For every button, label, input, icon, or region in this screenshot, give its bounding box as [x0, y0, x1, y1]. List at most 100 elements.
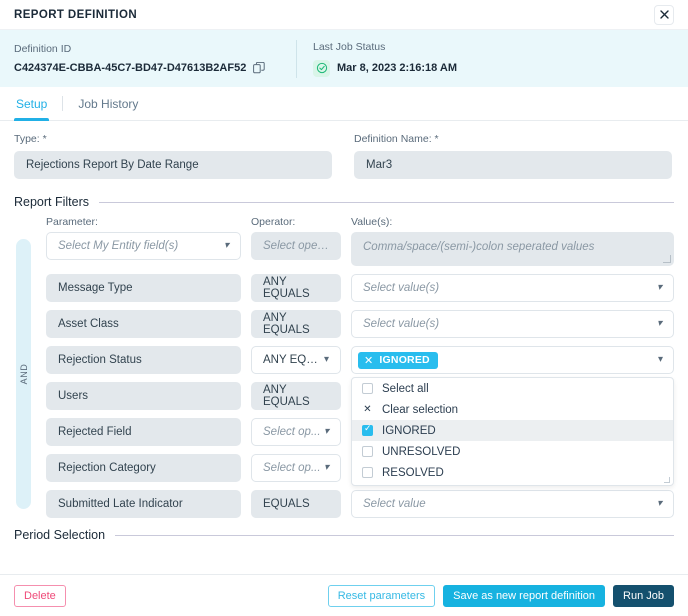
dropdown-option-resolved[interactable]: RESOLVED	[352, 462, 673, 483]
dropdown-clear-selection-label: Clear selection	[382, 403, 459, 416]
value-cell: Select value(s) ▾	[351, 310, 674, 338]
tab-setup[interactable]: Setup	[14, 87, 50, 121]
last-job-status-value: Mar 8, 2023 2:16:18 AM	[337, 62, 458, 74]
definition-id-value-row: C424374E-CBBA-45C7-BD47-D47613B2AF52	[14, 61, 296, 74]
dropdown-clear-selection[interactable]: ✕ Clear selection	[352, 399, 673, 420]
value-placeholder: Select value	[363, 498, 426, 510]
parameter-value: Rejection Status	[46, 346, 241, 374]
last-job-status-value-row: Mar 8, 2023 2:16:18 AM	[313, 59, 458, 77]
operator-cell: Select op... ▾	[251, 418, 341, 446]
filter-row-rejection-status: Rejection Status ANY EQU... ▾ ✕ IGNORED …	[46, 346, 674, 486]
delete-button[interactable]: Delete	[14, 584, 66, 607]
close-icon[interactable]	[654, 4, 674, 25]
value-select[interactable]: Select value(s) ▾	[351, 274, 674, 302]
chevron-down-icon: ▾	[656, 318, 662, 329]
parameter-cell: Rejected Field	[46, 418, 241, 446]
new-parameter-cell: Select My Entity field(s) ▾	[46, 232, 241, 260]
section-divider-line	[115, 534, 674, 536]
selected-tag-label: IGNORED	[379, 354, 430, 366]
dialog-titlebar: REPORT DEFINITION	[0, 0, 688, 30]
period-selection-section-header: Period Selection	[0, 528, 688, 542]
parameter-cell: Message Type	[46, 274, 241, 302]
chevron-down-icon: ▾	[323, 354, 329, 365]
value-select[interactable]: Select value ▾	[351, 490, 674, 518]
definition-id-block: Definition ID C424374E-CBBA-45C7-BD47-D4…	[14, 30, 296, 87]
section-divider-line	[99, 201, 674, 203]
last-job-status-label: Last Job Status	[313, 40, 386, 53]
parameter-cell: Rejection Status	[46, 346, 241, 374]
operator-value: ANY EQUALS	[251, 310, 341, 338]
run-job-button[interactable]: Run Job	[613, 584, 674, 607]
operator-value: ANY EQUALS	[251, 382, 341, 410]
period-selection-title: Period Selection	[14, 528, 106, 542]
filter-column-headers: Parameter: Operator: Value(s):	[46, 216, 674, 228]
operator-cell: ANY EQUALS	[251, 310, 341, 338]
page-title: REPORT DEFINITION	[14, 8, 138, 21]
operator-cell: EQUALS	[251, 490, 341, 518]
filter-row-new: Select My Entity field(s) ▾ Select oper.…	[46, 232, 674, 266]
selected-tag[interactable]: ✕ IGNORED	[358, 351, 438, 369]
operator-placeholder: Select op...	[263, 426, 321, 438]
filter-row: Message Type ANY EQUALS Select value(s) …	[46, 274, 674, 302]
operator-select[interactable]: Select op... ▾	[251, 418, 341, 446]
new-parameter-select[interactable]: Select My Entity field(s) ▾	[46, 232, 241, 260]
operator-value: EQUALS	[251, 490, 341, 518]
dropdown-option-label: IGNORED	[382, 424, 436, 437]
info-divider	[296, 39, 297, 78]
checkbox-checked-icon[interactable]	[362, 423, 373, 436]
tab-divider	[62, 96, 64, 111]
operator-value: ANY EQUALS	[251, 274, 341, 302]
filter-row: Asset Class ANY EQUALS Select value(s) ▾	[46, 310, 674, 338]
save-as-new-report-definition-button[interactable]: Save as new report definition	[443, 584, 606, 607]
report-definition-dialog: REPORT DEFINITION Definition ID C424374E…	[0, 0, 688, 616]
operator-select[interactable]: Select op... ▾	[251, 454, 341, 482]
type-field-group: Type: * Rejections Report By Date Range	[14, 133, 332, 179]
operator-cell: Select op... ▾	[251, 454, 341, 482]
new-value-cell: Comma/space/(semi-)colon seperated value…	[351, 232, 674, 266]
dialog-footer: Delete Reset parameters Save as new repo…	[0, 574, 688, 616]
dropdown-option-label: UNRESOLVED	[382, 445, 461, 458]
value-cell: Select value(s) ▾	[351, 274, 674, 302]
check-circle-glyph	[316, 62, 327, 74]
value-select[interactable]: Select value(s) ▾	[351, 310, 674, 338]
new-parameter-placeholder: Select My Entity field(s)	[58, 240, 179, 252]
tab-job-history[interactable]: Job History	[76, 87, 140, 120]
new-operator-cell: Select oper...	[251, 232, 341, 260]
dropdown-option-label: RESOLVED	[382, 466, 444, 479]
type-input: Rejections Report By Date Range	[14, 151, 332, 179]
definition-info-band: Definition ID C424374E-CBBA-45C7-BD47-D4…	[0, 30, 688, 87]
type-label: Type: *	[14, 133, 47, 145]
dropdown-resize-handle[interactable]	[664, 477, 670, 483]
chevron-down-icon: ▾	[323, 462, 329, 473]
dropdown-select-all[interactable]: Select all	[352, 378, 673, 399]
parameter-value: Asset Class	[46, 310, 241, 338]
operator-placeholder: Select op...	[263, 462, 321, 474]
clear-icon: ✕	[363, 404, 372, 415]
operator-select[interactable]: ANY EQU... ▾	[251, 346, 341, 374]
chevron-down-icon: ▾	[657, 354, 663, 365]
dropdown-option-unresolved[interactable]: UNRESOLVED	[352, 441, 673, 462]
checkbox-icon[interactable]	[362, 467, 373, 478]
tab-job-history-label: Job History	[78, 96, 139, 111]
value-multiselect[interactable]: ✕ IGNORED ▾	[351, 346, 674, 374]
parameter-value: Submitted Late Indicator	[46, 490, 241, 518]
definition-name-field-group: Definition Name: * Mar3	[354, 133, 672, 179]
operator-column-header: Operator:	[251, 216, 296, 228]
parameter-column-header: Parameter:	[46, 216, 98, 228]
checkbox-icon[interactable]	[362, 446, 373, 457]
close-glyph	[659, 10, 669, 19]
parameter-value: Message Type	[46, 274, 241, 302]
report-filters-body: AND Parameter: Operator: Value(s): Selec…	[0, 216, 688, 518]
operator-value: ANY EQU...	[263, 354, 324, 366]
value-column-header: Value(s):	[351, 216, 393, 228]
parameter-cell: Asset Class	[46, 310, 241, 338]
checkbox-icon[interactable]	[362, 383, 373, 394]
reset-parameters-button[interactable]: Reset parameters	[327, 584, 436, 607]
copy-icon[interactable]	[253, 61, 266, 74]
chevron-down-icon: ▾	[656, 282, 662, 293]
remove-tag-icon[interactable]: ✕	[364, 354, 373, 367]
chevron-down-icon: ▾	[223, 240, 229, 251]
parameter-cell: Users	[46, 382, 241, 410]
dropdown-option-ignored[interactable]: IGNORED	[352, 420, 673, 441]
footer-actions: Reset parameters Save as new report defi…	[327, 584, 674, 607]
